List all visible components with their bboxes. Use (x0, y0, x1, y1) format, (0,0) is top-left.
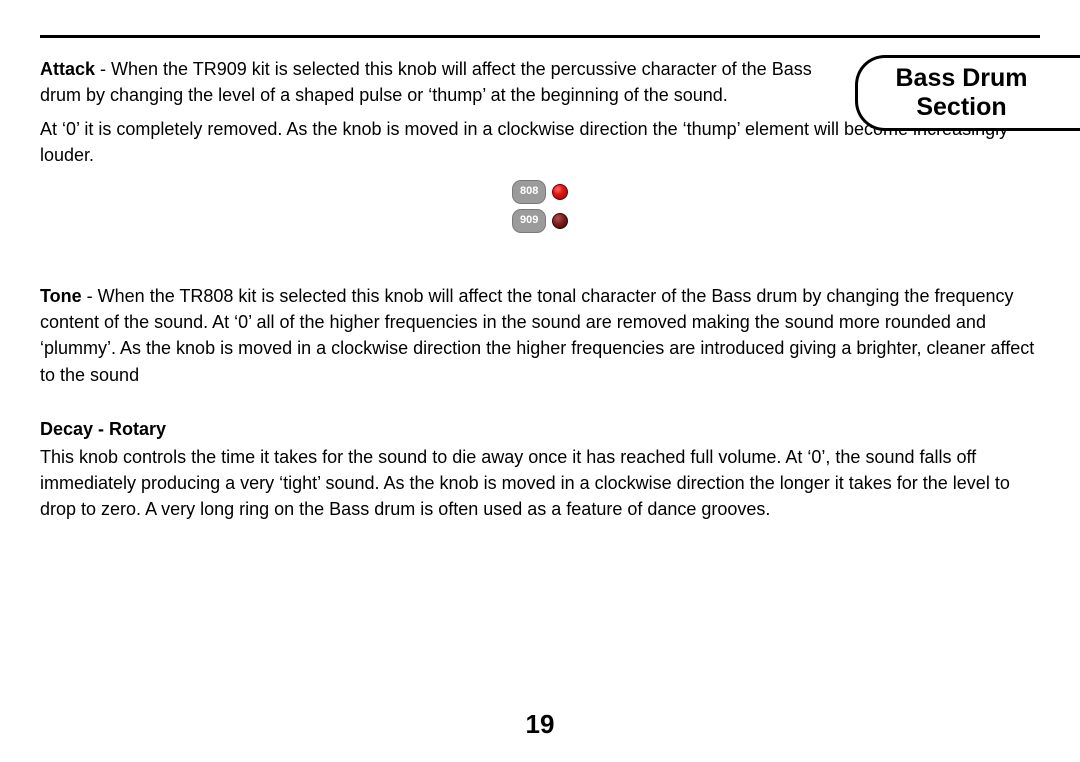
top-rule (40, 35, 1040, 38)
section-header-box: Bass Drum Section (855, 55, 1080, 131)
led-909-icon (552, 213, 568, 229)
led-row-808: 808 (512, 180, 568, 204)
decay-paragraph: This knob controls the time it takes for… (40, 444, 1040, 522)
led-figure: 808 909 (40, 180, 1040, 238)
tone-label: Tone (40, 286, 82, 306)
tone-paragraph: Tone - When the TR808 kit is selected th… (40, 283, 1040, 387)
attack-text-part2: At ‘0’ it is completely removed. As the … (40, 119, 1008, 165)
kit-label-909: 909 (512, 209, 546, 233)
section-header-line2: Section (888, 93, 1035, 122)
kit-label-808: 808 (512, 180, 546, 204)
page-number: 19 (0, 709, 1080, 740)
decay-heading: Decay - Rotary (40, 416, 1040, 442)
attack-label: Attack (40, 59, 95, 79)
tone-text: - When the TR808 kit is selected this kn… (40, 286, 1034, 384)
led-808-icon (552, 184, 568, 200)
led-row-909: 909 (512, 209, 568, 233)
section-header-line1: Bass Drum (888, 64, 1035, 93)
manual-page: Bass Drum Section Attack - When the TR90… (0, 0, 1080, 522)
attack-text-part1: - When the TR909 kit is selected this kn… (40, 59, 812, 105)
led-figure-inner: 808 909 (512, 180, 568, 238)
